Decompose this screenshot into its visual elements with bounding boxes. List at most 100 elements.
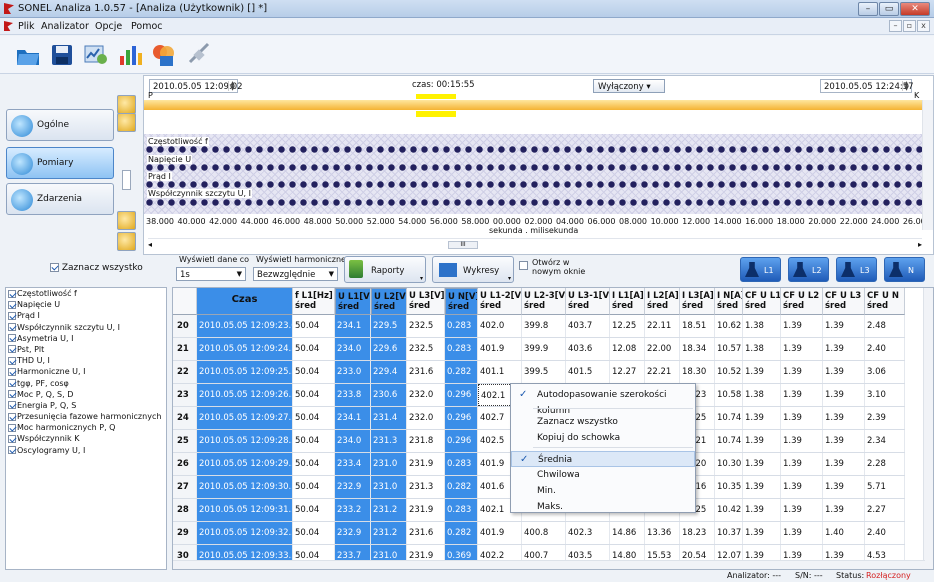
table-vscroll[interactable] bbox=[923, 288, 933, 569]
table-cell[interactable]: 1.39 bbox=[781, 315, 823, 337]
parameter-item[interactable]: THD U, I bbox=[6, 355, 166, 366]
table-cell[interactable]: 399.5 bbox=[522, 361, 566, 383]
timeline-hscroll[interactable]: ◂ III ▸ bbox=[148, 238, 922, 250]
table-row[interactable]: 222010.05.05 12:09:25.59850.04233.0229.4… bbox=[173, 361, 905, 384]
table-cell[interactable]: 22.21 bbox=[645, 361, 680, 383]
table-cell[interactable]: 1.39 bbox=[743, 453, 781, 475]
table-cell[interactable]: 401.9 bbox=[478, 338, 522, 360]
range-bar[interactable] bbox=[144, 100, 922, 110]
table-cell[interactable]: 232.9 bbox=[335, 476, 371, 498]
column-header[interactable]: U N[V] śred bbox=[445, 288, 478, 315]
context-menu-item[interactable]: ✓ Średnia bbox=[511, 451, 695, 467]
table-cell[interactable]: 403.6 bbox=[566, 338, 610, 360]
column-header[interactable] bbox=[173, 288, 197, 315]
nav-zdarzenia-button[interactable]: Zdarzenia bbox=[6, 183, 114, 215]
table-cell[interactable]: 232.0 bbox=[407, 407, 445, 429]
zoom-fit-icon[interactable] bbox=[117, 211, 136, 230]
table-cell[interactable]: 1.38 bbox=[743, 338, 781, 360]
table-cell[interactable]: 231.9 bbox=[407, 453, 445, 475]
table-cell[interactable]: 2.27 bbox=[865, 499, 905, 521]
row-number[interactable]: 20 bbox=[173, 315, 197, 337]
table-cell[interactable]: 2.34 bbox=[865, 430, 905, 452]
column-header[interactable]: I L1[A] śred bbox=[610, 288, 645, 315]
table-cell[interactable]: 1.39 bbox=[823, 384, 865, 406]
color-icon[interactable] bbox=[150, 42, 178, 68]
table-cell[interactable]: 2010.05.05 12:09:30.594 bbox=[197, 476, 293, 498]
table-cell[interactable]: 1.38 bbox=[743, 315, 781, 337]
table-cell[interactable]: 10.35 bbox=[715, 476, 743, 498]
parameter-item[interactable]: Częstotliwość f bbox=[6, 288, 166, 299]
parameter-item[interactable]: Pst, Plt bbox=[6, 344, 166, 355]
table-cell[interactable]: 231.8 bbox=[407, 430, 445, 452]
table-cell[interactable]: 1.39 bbox=[743, 476, 781, 498]
row-number[interactable]: 29 bbox=[173, 522, 197, 544]
table-cell[interactable]: 231.4 bbox=[371, 407, 407, 429]
table-cell[interactable]: 1.39 bbox=[781, 361, 823, 383]
table-cell[interactable]: 50.04 bbox=[293, 522, 335, 544]
table-cell[interactable]: 1.39 bbox=[823, 407, 865, 429]
column-header[interactable]: f L1[Hz] śred bbox=[293, 288, 335, 315]
maximize-button[interactable]: ▭ bbox=[879, 2, 899, 16]
start-time-field[interactable]: 2010.05.05 12:09:02 ▲ ▼ bbox=[149, 79, 243, 93]
context-menu-item[interactable]: Zaznacz wszystko bbox=[511, 414, 695, 430]
table-cell[interactable]: 22.11 bbox=[645, 315, 680, 337]
table-cell[interactable]: 1.38 bbox=[743, 384, 781, 406]
nav-pomiary-button[interactable]: Pomiary bbox=[6, 147, 114, 179]
timeline-vscroll[interactable] bbox=[922, 100, 933, 230]
table-cell[interactable]: 22.00 bbox=[645, 338, 680, 360]
open-icon[interactable] bbox=[14, 42, 42, 68]
table-cell[interactable]: 401.1 bbox=[478, 361, 522, 383]
table-cell[interactable]: 233.4 bbox=[335, 453, 371, 475]
table-cell[interactable]: 2010.05.05 12:09:29.595 bbox=[197, 453, 293, 475]
table-cell[interactable]: 1.39 bbox=[781, 453, 823, 475]
interval-dropdown[interactable]: 1s ▼ bbox=[176, 267, 246, 281]
table-cell[interactable]: 2.40 bbox=[865, 338, 905, 360]
table-cell[interactable]: 2010.05.05 12:09:32.592 bbox=[197, 522, 293, 544]
table-cell[interactable]: 3.06 bbox=[865, 361, 905, 383]
table-cell[interactable]: 1.39 bbox=[743, 430, 781, 452]
table-cell[interactable]: 233.8 bbox=[335, 384, 371, 406]
parameter-item[interactable]: Prąd I bbox=[6, 310, 166, 321]
table-cell[interactable]: 234.0 bbox=[335, 430, 371, 452]
row-number[interactable]: 23 bbox=[173, 384, 197, 406]
table-cell[interactable]: 234.1 bbox=[335, 407, 371, 429]
mdi-restore-button[interactable]: ▫ bbox=[903, 20, 916, 32]
table-cell[interactable]: 401.5 bbox=[566, 361, 610, 383]
column-header[interactable]: U L2-3[V] śred bbox=[522, 288, 566, 315]
column-header[interactable]: CF U Nśred bbox=[865, 288, 905, 315]
table-cell[interactable]: 0.283 bbox=[445, 338, 478, 360]
table-cell[interactable]: 50.04 bbox=[293, 499, 335, 521]
table-cell[interactable]: 50.04 bbox=[293, 407, 335, 429]
table-cell[interactable]: 401.9 bbox=[478, 522, 522, 544]
new-window-checkbox[interactable] bbox=[519, 261, 528, 271]
column-header[interactable]: U L3-1[V] śred bbox=[566, 288, 610, 315]
parameter-item[interactable]: Asymetria U, I bbox=[6, 333, 166, 344]
mdi-close-button[interactable]: x bbox=[917, 20, 930, 32]
table-cell[interactable]: 0.283 bbox=[445, 499, 478, 521]
menu-analizator[interactable]: Analizator bbox=[41, 21, 89, 32]
row-number[interactable]: 24 bbox=[173, 407, 197, 429]
table-cell[interactable]: 1.39 bbox=[823, 430, 865, 452]
timeline-grid[interactable]: Częstotliwość f Napięcie U Prąd I Współc… bbox=[144, 134, 922, 214]
table-cell[interactable]: 234.0 bbox=[335, 338, 371, 360]
scroll-left-icon[interactable]: ◂ bbox=[148, 240, 152, 249]
column-header[interactable]: I L2[A] śred bbox=[645, 288, 680, 315]
table-cell[interactable]: 233.2 bbox=[335, 499, 371, 521]
phase-n-button[interactable]: N bbox=[884, 257, 925, 282]
table-cell[interactable]: 1.39 bbox=[781, 499, 823, 521]
table-cell[interactable]: 1.39 bbox=[743, 407, 781, 429]
column-header[interactable]: U L1[V] śred bbox=[335, 288, 371, 315]
table-cell[interactable]: 230.6 bbox=[371, 384, 407, 406]
table-cell[interactable]: 2010.05.05 12:09:24.599 bbox=[197, 338, 293, 360]
table-cell[interactable]: 231.0 bbox=[371, 453, 407, 475]
table-cell[interactable]: 1.39 bbox=[781, 522, 823, 544]
menu-opcje[interactable]: Opcje bbox=[95, 21, 122, 32]
table-cell[interactable]: 10.62 bbox=[715, 315, 743, 337]
harmonics-dropdown[interactable]: Bezwzględnie ▼ bbox=[253, 267, 338, 281]
column-header[interactable]: I N[A] śred bbox=[715, 288, 743, 315]
row-number[interactable]: 27 bbox=[173, 476, 197, 498]
table-cell[interactable]: 229.4 bbox=[371, 361, 407, 383]
table-cell[interactable]: 1.39 bbox=[781, 430, 823, 452]
table-cell[interactable]: 0.282 bbox=[445, 522, 478, 544]
table-cell[interactable]: 2.40 bbox=[865, 522, 905, 544]
